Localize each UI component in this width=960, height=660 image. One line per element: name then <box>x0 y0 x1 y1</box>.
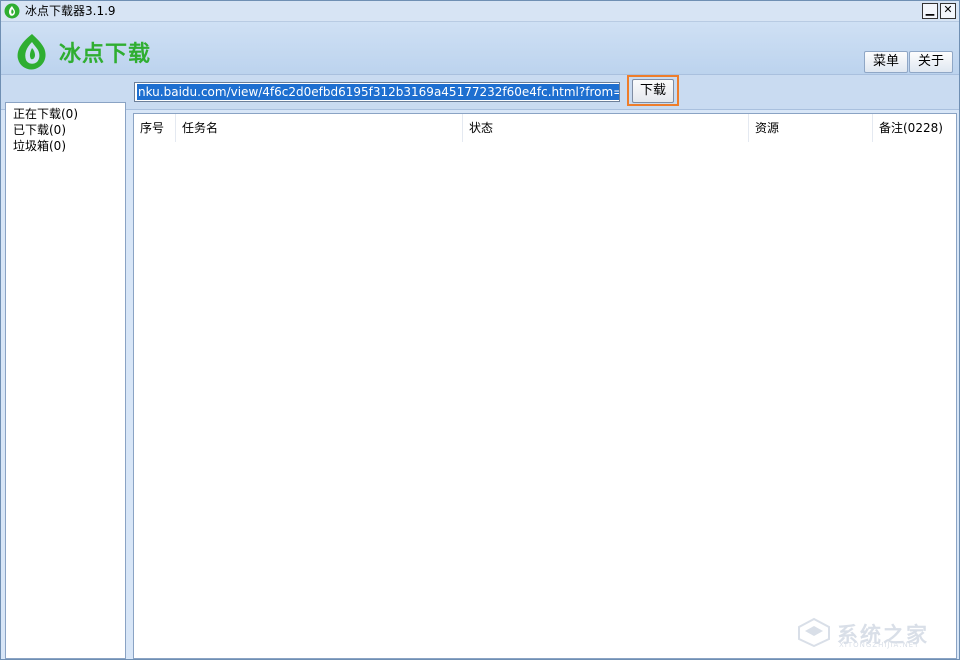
app-logo-icon <box>4 3 20 19</box>
app-window: 冰点下载器3.1.9 ▁ ✕ 冰点下载 菜单 关于 nku.baidu.com/… <box>0 0 960 660</box>
minimize-button[interactable]: ▁ <box>922 3 938 19</box>
menu-button[interactable]: 菜单 <box>864 51 908 73</box>
url-input-value: nku.baidu.com/view/4f6c2d0efbd6195f312b3… <box>137 84 619 100</box>
sidebar-item-downloaded[interactable]: 已下载(0) <box>13 123 66 137</box>
url-input[interactable]: nku.baidu.com/view/4f6c2d0efbd6195f312b3… <box>134 82 620 102</box>
watermark: 系统之家 XITONGZHIJIA.NET <box>781 615 957 649</box>
watermark-subtext: XITONGZHIJIA.NET <box>839 641 920 649</box>
brand-title: 冰点下载 <box>59 42 152 67</box>
about-button[interactable]: 关于 <box>909 51 953 73</box>
title-bar: 冰点下载器3.1.9 ▁ ✕ <box>1 1 959 22</box>
header: 冰点下载 菜单 关于 <box>1 22 959 75</box>
column-header-task-name[interactable]: 任务名 <box>176 114 463 142</box>
url-bar: nku.baidu.com/view/4f6c2d0efbd6195f312b3… <box>1 75 959 110</box>
column-header-note[interactable]: 备注(0228) <box>873 114 955 142</box>
task-list: 序号 任务名 状态 资源 备注(0228) <box>133 113 957 659</box>
sidebar-item-trash[interactable]: 垃圾箱(0) <box>13 139 66 153</box>
column-header-index[interactable]: 序号 <box>134 114 176 142</box>
window-title: 冰点下载器3.1.9 <box>25 4 116 18</box>
close-button[interactable]: ✕ <box>940 3 956 19</box>
download-button[interactable]: 下载 <box>632 79 674 103</box>
sidebar-item-downloading[interactable]: 正在下载(0) <box>13 107 78 121</box>
column-header-status[interactable]: 状态 <box>463 114 749 142</box>
brand-logo-icon <box>17 34 46 70</box>
sidebar: 正在下载(0) 已下载(0) 垃圾箱(0) <box>5 102 126 659</box>
watermark-logo-icon <box>798 617 830 647</box>
column-header-source[interactable]: 资源 <box>749 114 873 142</box>
